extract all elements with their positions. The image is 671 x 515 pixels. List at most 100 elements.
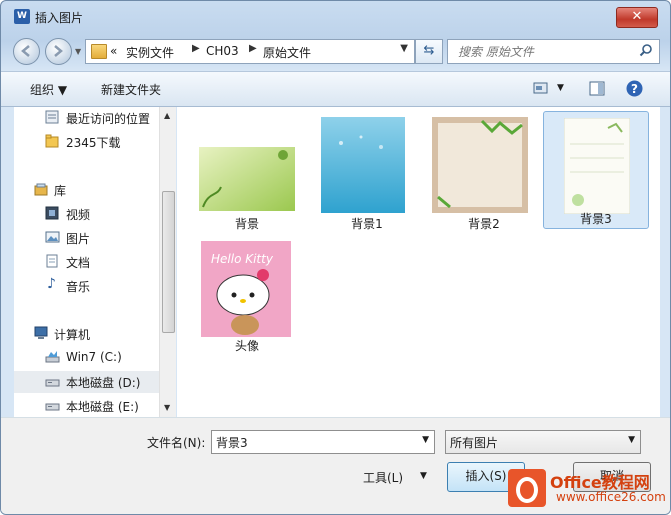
navigation-pane: 最近访问的位置 2345下载 库 视频 图片 文档 ♪ 音乐 计算机 Win7 …: [14, 107, 159, 417]
sidebar-item-label: 2345下载: [66, 136, 121, 150]
sidebar-item-2345-downloads[interactable]: 2345下载: [14, 131, 159, 153]
breadcrumb-item[interactable]: CH03: [206, 44, 239, 58]
scroll-up-icon[interactable]: ▲: [164, 111, 170, 120]
sidebar-item-label: 库: [54, 184, 67, 198]
file-name: 头像: [234, 339, 259, 353]
computer-icon: [34, 326, 48, 339]
title-bar: W 插入图片 ✕: [1, 1, 670, 33]
folder-icon: [91, 44, 107, 59]
help-icon[interactable]: ?: [626, 80, 643, 97]
breadcrumb-item[interactable]: 原始文件: [263, 44, 311, 61]
chevron-down-icon[interactable]: ▼: [628, 435, 635, 445]
breadcrumb-item[interactable]: 实例文件: [126, 44, 174, 61]
watermark-url: www.office26.com: [556, 490, 666, 504]
file-item-bg1[interactable]: 背景1: [315, 107, 419, 231]
sidebar-item-label: 视频: [66, 208, 91, 222]
file-item-avatar[interactable]: Hello Kitty 头像: [195, 233, 299, 353]
thumbnail-image: Hello Kitty: [201, 241, 291, 337]
close-button[interactable]: ✕: [616, 7, 658, 28]
chevron-down-icon[interactable]: ▼: [422, 435, 429, 445]
refresh-button[interactable]: ⇆: [415, 39, 443, 64]
sidebar-item-videos[interactable]: 视频: [14, 203, 159, 225]
search-input[interactable]: [456, 42, 635, 61]
word-app-icon: W: [14, 9, 30, 24]
file-name: 背景1: [351, 217, 383, 231]
forward-arrow-icon: [54, 45, 63, 57]
file-name: 背景3: [580, 212, 612, 226]
insert-picture-dialog: W 插入图片 ✕ ▼ « 实例文件 ▶ CH03 ▶ 原始文件 ▼ ⇆ 搜索 原…: [0, 0, 671, 515]
tools-menu[interactable]: 工具(L): [363, 469, 403, 486]
video-icon: [45, 206, 59, 220]
sidebar-item-label: Win7 (C:): [66, 350, 122, 364]
thumbnail-image: [199, 147, 295, 211]
chevron-right-icon[interactable]: ▶: [192, 43, 200, 54]
recent-pages-dropdown-icon[interactable]: ▼: [75, 47, 81, 56]
sidebar-item-drive-c[interactable]: Win7 (C:): [14, 347, 159, 369]
drive-icon: [45, 351, 60, 363]
file-type-select[interactable]: 所有图片 ▼: [445, 430, 641, 454]
office-logo-icon: [508, 469, 546, 507]
sidebar-item-label: 图片: [66, 232, 91, 246]
sidebar-item-label: 本地磁盘 (E:): [66, 400, 139, 414]
address-dropdown-icon[interactable]: ▼: [400, 43, 408, 54]
sidebar-item-recent-places[interactable]: 最近访问的位置: [14, 107, 159, 129]
search-box[interactable]: [447, 39, 660, 64]
filename-field[interactable]: 背景3 ▼: [211, 430, 435, 454]
music-icon: ♪: [47, 276, 56, 292]
sidebar-item-label: 本地磁盘 (D:): [66, 376, 141, 390]
thumbnail-image: [564, 118, 630, 214]
sidebar-item-label: 音乐: [66, 280, 91, 294]
sidebar-item-computer[interactable]: 计算机: [14, 323, 159, 345]
back-arrow-icon: [21, 45, 30, 57]
picture-icon: [45, 231, 60, 243]
hello-kitty-text: Hello Kitty: [211, 252, 274, 266]
thumbnail-image: [432, 117, 528, 213]
document-icon: [46, 254, 58, 268]
organize-menu[interactable]: 组织 ▼: [30, 81, 67, 98]
sidebar-item-drive-d[interactable]: 本地磁盘 (D:): [14, 371, 159, 393]
library-icon: [34, 183, 48, 196]
crumb-overflow[interactable]: «: [110, 44, 117, 58]
navigation-row: ▼ « 实例文件 ▶ CH03 ▶ 原始文件 ▼ ⇆: [1, 33, 670, 67]
scroll-thumb[interactable]: [162, 191, 175, 333]
file-name: 背景2: [468, 217, 500, 231]
new-folder-button[interactable]: 新建文件夹: [101, 81, 161, 98]
drive-icon: [45, 379, 60, 387]
view-options-icon[interactable]: [533, 81, 549, 95]
back-button[interactable]: [13, 38, 40, 65]
file-item-bg[interactable]: 背景: [195, 119, 299, 235]
sidebar-item-label: 文档: [66, 256, 91, 270]
view-dropdown-icon[interactable]: ▼: [557, 83, 564, 93]
forward-button[interactable]: [45, 38, 72, 65]
filename-label: 文件名(N):: [147, 436, 206, 450]
office-watermark-logo: Office教程网 www.office26.com: [508, 467, 668, 511]
file-name: 背景: [234, 217, 259, 231]
file-item-bg2[interactable]: 背景2: [432, 107, 536, 231]
file-type-value[interactable]: 所有图片: [450, 434, 498, 451]
file-item-bg3[interactable]: 背景3: [543, 111, 649, 229]
window-title: 插入图片: [35, 11, 84, 25]
refresh-icon: ⇆: [423, 43, 435, 58]
filename-value[interactable]: 背景3: [216, 434, 248, 451]
sidebar-item-libraries[interactable]: 库: [14, 179, 159, 201]
chevron-right-icon[interactable]: ▶: [249, 43, 257, 54]
sidebar-item-documents[interactable]: 文档: [14, 251, 159, 273]
drive-icon: [45, 403, 60, 411]
sidebar-item-pictures[interactable]: 图片: [14, 227, 159, 249]
sidebar-item-music[interactable]: ♪ 音乐: [14, 275, 159, 297]
recent-places-icon: [45, 110, 59, 124]
preview-pane-icon[interactable]: [589, 81, 605, 96]
thumbnail-image: [321, 117, 405, 213]
command-toolbar: 组织 ▼ 新建文件夹 ▼ ?: [1, 71, 670, 107]
tools-dropdown-icon[interactable]: ▼: [420, 471, 427, 481]
scroll-down-icon[interactable]: ▼: [164, 403, 170, 412]
folder-icon: [45, 134, 59, 148]
svg-text:?: ?: [631, 82, 638, 96]
file-list: 背景 背景1 背景2 背景3 Hello Kitty 头像: [177, 107, 660, 417]
address-bar[interactable]: « 实例文件 ▶ CH03 ▶ 原始文件 ▼: [85, 39, 415, 64]
search-icon[interactable]: [639, 43, 653, 57]
sidebar-item-label: 计算机: [54, 328, 91, 342]
navigation-scrollbar[interactable]: ▲ ▼: [159, 107, 176, 417]
sidebar-item-drive-e[interactable]: 本地磁盘 (E:): [14, 395, 159, 417]
sidebar-item-label: 最近访问的位置: [66, 112, 151, 126]
